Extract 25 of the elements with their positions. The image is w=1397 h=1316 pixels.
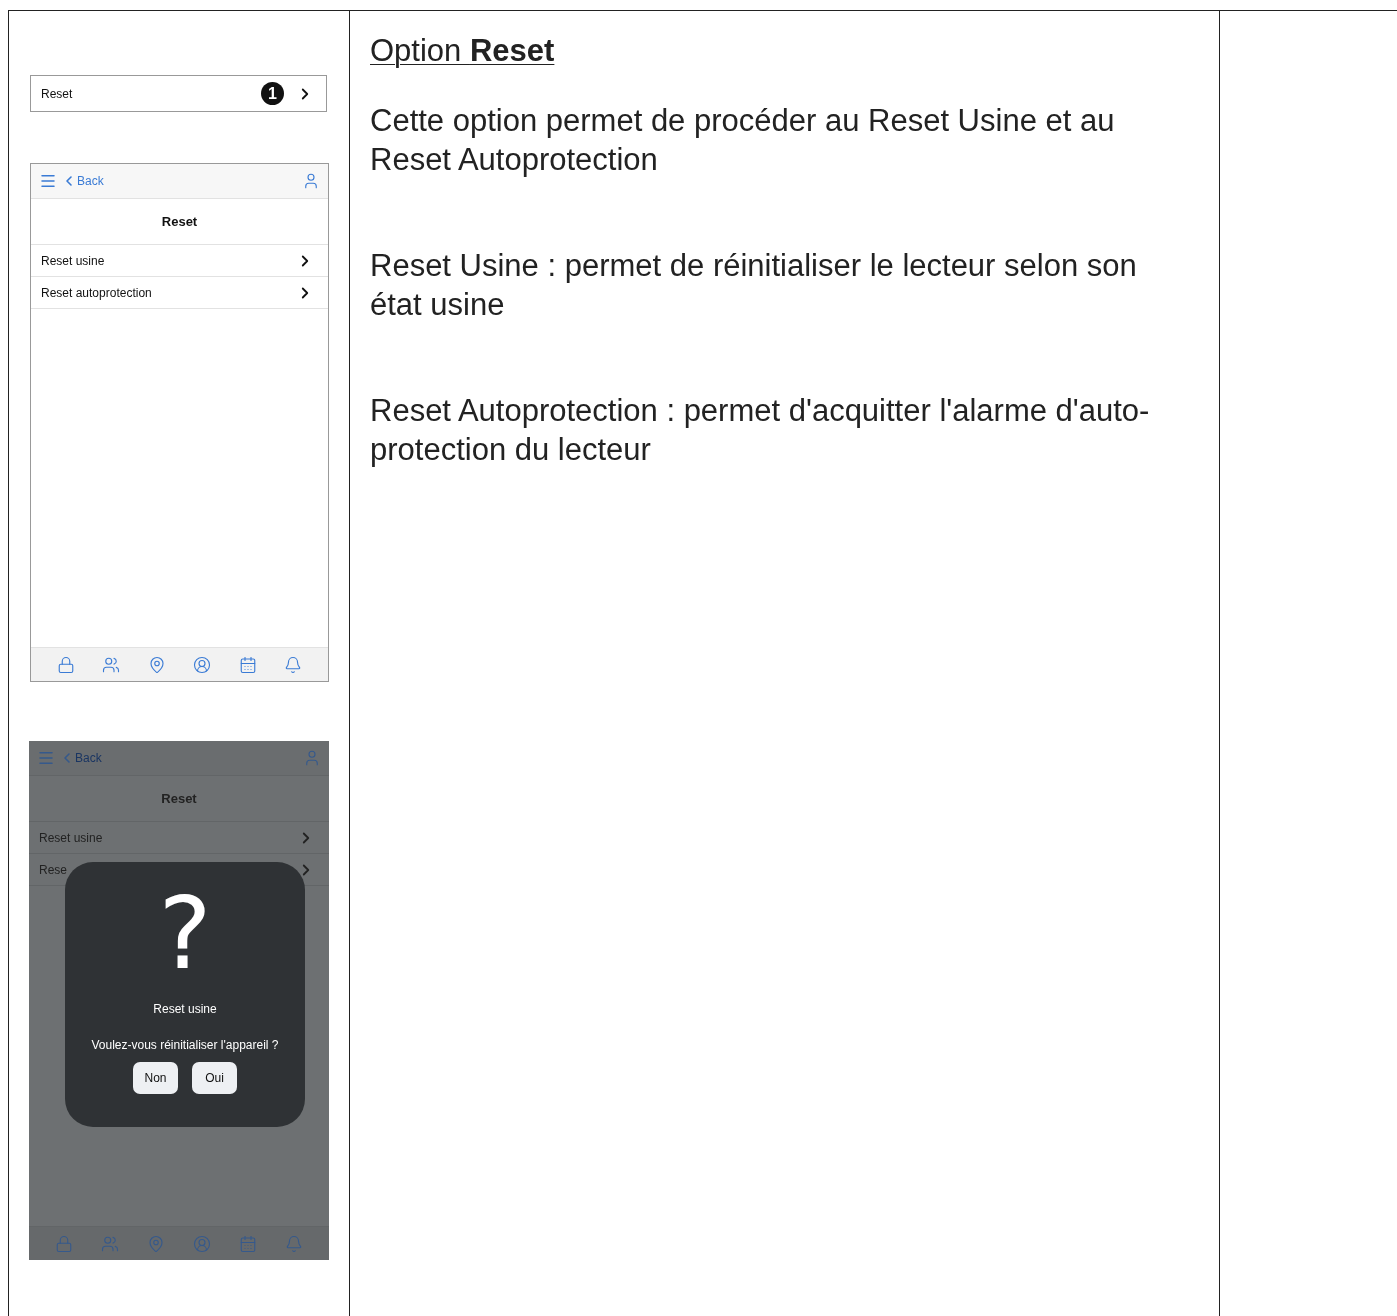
list-item[interactable]: Reset autoprotection (41, 285, 152, 300)
dialog-button[interactable]: Oui (192, 1062, 237, 1094)
bell-icon[interactable] (284, 655, 303, 674)
back-link[interactable]: Back (61, 173, 104, 189)
dialog-message: Voulez-vous réinitialiser l'appareil ? (91, 1038, 279, 1052)
menu-icon[interactable] (39, 172, 57, 190)
description-paragraph: Cette option permet de procéder au Reset Usine et au Reset Autoprotection (370, 102, 1116, 179)
question-mark-symbol: ? (158, 884, 212, 984)
screen-title: Reset (161, 791, 197, 806)
dialog-button[interactable]: Non (133, 1062, 178, 1094)
menu-row[interactable]: Reset 1 (30, 75, 327, 112)
list-item[interactable]: Reset usine (41, 253, 105, 268)
menu-row-label: Reset (41, 86, 73, 101)
description-paragraph: Reset Usine : permet de réinitialiser le lecteur selon son état usine (370, 247, 1138, 324)
user-icon[interactable] (302, 172, 320, 190)
user-circle-icon[interactable] (193, 655, 212, 674)
callout-number: 1 (261, 82, 284, 105)
section-heading: Option Reset (370, 33, 556, 69)
map-pin-icon[interactable] (147, 655, 166, 674)
dialog-title: Reset usine (153, 1002, 217, 1016)
people-icon[interactable] (102, 655, 121, 674)
lock-icon[interactable] (56, 655, 75, 674)
screen-title: Reset (161, 214, 198, 229)
calendar-icon[interactable] (238, 655, 257, 674)
description-paragraph: Reset Autoprotection : permet d'acquitter l'alarme d'auto-protection du lecteur (370, 392, 1151, 469)
